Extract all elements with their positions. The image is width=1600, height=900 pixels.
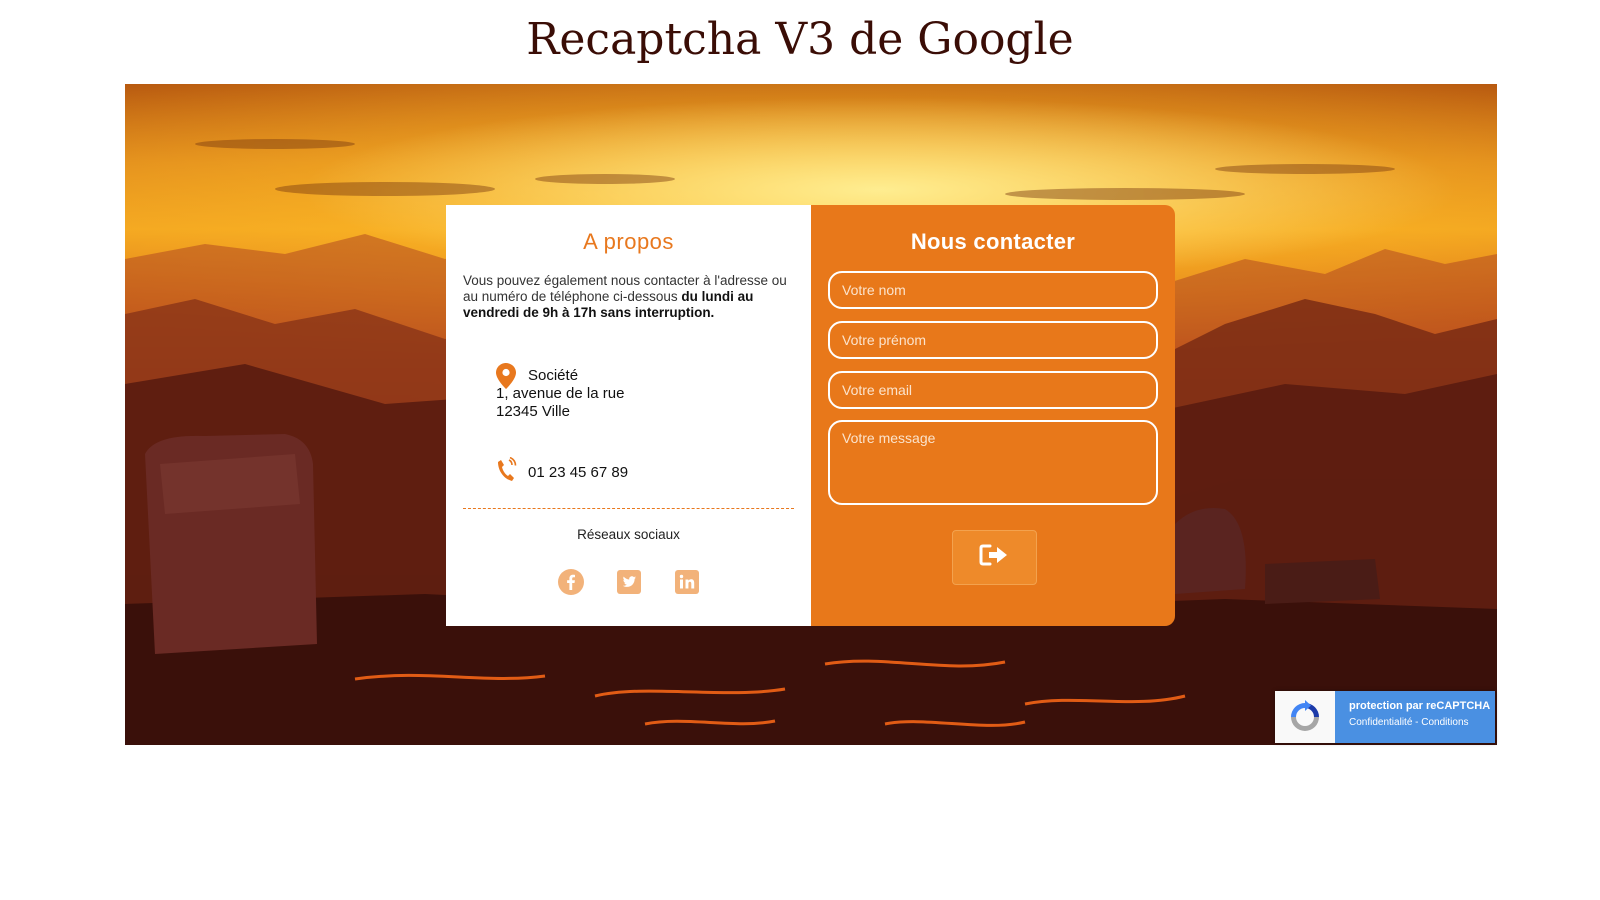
email-input[interactable] (828, 371, 1158, 409)
contact-title: Nous contacter (910, 229, 1076, 254)
firstname-input[interactable] (828, 321, 1158, 359)
recaptcha-separator: - (1412, 717, 1422, 728)
dashed-divider (463, 508, 794, 509)
submit-button[interactable] (952, 530, 1037, 585)
phone-row: 01 23 45 67 89 (496, 456, 629, 487)
recaptcha-protection-label: protection par reCAPTCHA (1349, 700, 1491, 712)
name-input[interactable] (828, 271, 1158, 309)
phone-icon (496, 456, 518, 487)
sign-out-icon (979, 543, 1011, 572)
company-name: Société (528, 367, 579, 384)
about-title: A propos (583, 229, 674, 254)
facebook-icon[interactable] (557, 569, 584, 595)
map-pin-icon (496, 363, 516, 394)
social-label: Réseaux sociaux (577, 527, 680, 542)
about-description: Vous pouvez également nous contacter à l… (463, 273, 794, 321)
contact-card: A propos Vous pouvez également nous cont… (446, 205, 1175, 626)
city-address: 12345 Ville (496, 403, 570, 420)
page-title: Recaptcha V3 de Google (526, 14, 1074, 65)
contact-panel: Nous contacter (811, 205, 1175, 626)
recaptcha-terms-link[interactable]: Conditions (1421, 717, 1468, 728)
phone-number: 01 23 45 67 89 (528, 463, 629, 481)
recaptcha-privacy-link[interactable]: Confidentialité (1349, 717, 1412, 728)
recaptcha-text: protection par reCAPTCHA Confidentialité… (1335, 691, 1495, 743)
linkedin-icon[interactable] (674, 569, 700, 595)
recaptcha-links: Confidentialité - Conditions (1349, 717, 1495, 728)
message-textarea[interactable] (828, 420, 1158, 505)
about-panel: A propos Vous pouvez également nous cont… (446, 205, 811, 626)
recaptcha-badge[interactable]: protection par reCAPTCHA Confidentialité… (1275, 691, 1495, 743)
social-icons (446, 569, 811, 595)
address-block: Société 1, avenue de la rue 12345 Ville (496, 363, 624, 421)
recaptcha-logo-icon (1275, 691, 1335, 743)
twitter-icon[interactable] (616, 569, 642, 595)
